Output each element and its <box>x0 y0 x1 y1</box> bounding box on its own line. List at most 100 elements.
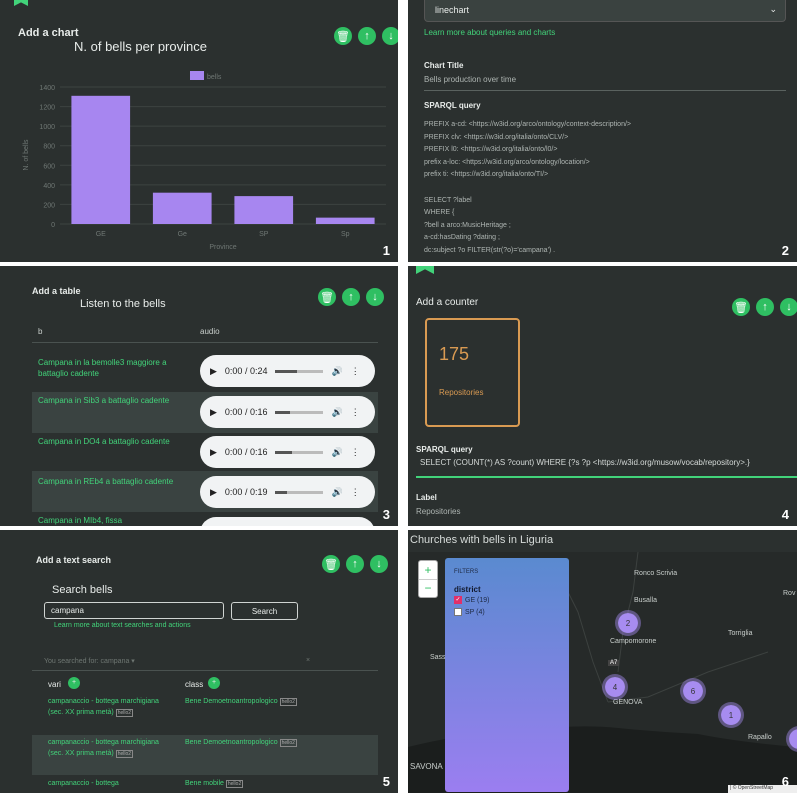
more-icon[interactable]: ⋮ <box>351 487 360 498</box>
search-button[interactable]: Search <box>231 602 298 620</box>
play-icon[interactable]: ▶ <box>210 407 217 418</box>
learn-queries-link[interactable]: Learn more about queries and charts <box>424 28 555 37</box>
x-axis-label: Province <box>209 244 236 251</box>
audio-progress[interactable] <box>275 490 324 494</box>
y-tick-label: 800 <box>43 144 55 151</box>
filter-option-label: SP (4) <box>465 608 485 616</box>
add-search-label: Add a text search <box>36 555 112 565</box>
sparql-line <box>424 182 786 195</box>
counter-value: 175 <box>439 344 470 364</box>
searched-for-text[interactable]: You searched for: campana ▾ <box>44 657 135 665</box>
label-input[interactable]: Repositories <box>416 507 746 521</box>
sparql-line: a-cd:hasDating ?dating ; <box>424 234 500 242</box>
map-label: Campomorone <box>610 638 657 645</box>
more-icon[interactable]: ⋮ <box>351 366 360 377</box>
panel-number: 4 <box>781 507 789 522</box>
play-icon[interactable]: ▶ <box>210 447 217 458</box>
move-down-icon[interactable]: ↓ <box>370 555 388 573</box>
result-vari[interactable]: campanaccio - bottega marchigiana (sec. … <box>48 696 173 719</box>
audio-player[interactable] <box>200 517 375 526</box>
map-label: Rov <box>783 590 796 597</box>
chart-panel: Add a chart N. of bells per province 🗑 ↑… <box>0 0 398 262</box>
add-filter-icon[interactable]: + <box>208 677 220 689</box>
volume-icon[interactable]: 🔊 <box>331 366 342 377</box>
map-cluster[interactable]: 6 <box>680 678 706 704</box>
learn-search-link[interactable]: Learn more about text searches and actio… <box>54 622 191 629</box>
counter-panel: Add a counter 🗑 ↑ ↓ 175 Repositories SPA… <box>408 266 797 526</box>
search-input[interactable]: campana <box>44 602 224 619</box>
result-class[interactable]: Bene mobile hello2 <box>185 778 310 790</box>
delete-icon[interactable]: 🗑 <box>318 288 336 306</box>
district-label: district <box>454 585 481 594</box>
x-tick-label: GE <box>96 231 106 238</box>
tag-badge: hello2 <box>225 780 244 788</box>
y-tick-label: 600 <box>43 163 55 170</box>
map-cluster[interactable]: 4 <box>602 674 628 700</box>
checkbox-icon[interactable] <box>454 608 462 616</box>
audio-time: 0:00 / 0:19 <box>224 487 268 497</box>
column-header-vari: vari <box>48 680 61 689</box>
y-tick-label: 400 <box>43 183 55 190</box>
more-icon[interactable]: ⋮ <box>351 447 360 458</box>
map-label: GENOVA <box>613 699 643 706</box>
chevron-down-icon: ⌄ <box>769 4 777 14</box>
zoom-control: + − <box>418 560 438 598</box>
volume-icon[interactable]: 🔊 <box>331 407 342 418</box>
map-cluster[interactable]: 2 <box>615 610 641 636</box>
chart-type-select[interactable]: linechart ⌄ <box>424 0 786 22</box>
close-icon[interactable]: × <box>306 657 310 664</box>
zoom-out-button[interactable]: − <box>419 580 437 598</box>
audio-player[interactable]: ▶ 0:00 / 0:16 🔊 ⋮ <box>200 436 375 468</box>
sparql-line: PREFIX l0: <https://w3id.org/italia/onto… <box>424 146 558 154</box>
audio-progress[interactable] <box>275 369 324 373</box>
map-title: Churches with bells in Liguria <box>408 530 797 552</box>
audio-progress[interactable] <box>275 450 324 454</box>
sparql-input[interactable]: SELECT (COUNT(*) AS ?count) WHERE {?s ?p… <box>416 458 797 478</box>
zoom-in-button[interactable]: + <box>419 561 437 580</box>
road-badge: A7 <box>608 660 620 666</box>
map-cluster[interactable]: 1 <box>718 702 744 728</box>
search-title: Search bells <box>52 584 113 596</box>
delete-icon[interactable]: 🗑 <box>322 555 340 573</box>
table-row-name[interactable]: Campana in MIb4, fissa <box>38 516 188 525</box>
volume-icon[interactable]: 🔊 <box>331 487 342 498</box>
move-down-icon[interactable]: ↓ <box>366 288 384 306</box>
add-filter-icon[interactable]: + <box>68 677 80 689</box>
checkbox-checked-icon[interactable]: ✓ <box>454 596 462 604</box>
sparql-line: WHERE { <box>424 209 455 217</box>
legend-swatch <box>190 71 204 80</box>
move-up-icon[interactable]: ↑ <box>342 288 360 306</box>
result-class[interactable]: Bene Demoetnoantropologico hello2 <box>185 737 310 749</box>
delete-icon[interactable]: 🗑 <box>732 298 750 316</box>
result-vari[interactable]: campanaccio - bottega marchigiana (sec. … <box>48 737 173 760</box>
result-class[interactable]: Bene Demoetnoantropologico hello2 <box>185 696 310 708</box>
table-row-name[interactable]: Campana in REb4 a battaglio cadente <box>38 477 188 486</box>
play-icon[interactable]: ▶ <box>210 487 217 498</box>
move-up-icon[interactable]: ↑ <box>346 555 364 573</box>
table-title: Listen to the bells <box>80 298 166 310</box>
move-up-icon[interactable]: ↑ <box>756 298 774 316</box>
x-tick-label: Sp <box>341 231 350 238</box>
search-panel: Add a text search 🗑 ↑ ↓ Search bells cam… <box>0 530 398 793</box>
audio-player[interactable]: ▶ 0:00 / 0:24 🔊 ⋮ <box>200 355 375 387</box>
table-row-name[interactable]: Campana in DO4 a battaglio cadente <box>38 437 188 446</box>
table-row-name[interactable]: Campana in la bemolle3 maggiore a battag… <box>38 357 188 379</box>
filter-option[interactable]: ✓ GE (19) <box>454 596 490 604</box>
more-icon[interactable]: ⋮ <box>351 407 360 418</box>
filter-panel: FILTERS district ✓ GE (19) SP (4) <box>445 558 569 792</box>
volume-icon[interactable]: 🔊 <box>331 447 342 458</box>
table-row-name[interactable]: Campana in Sib3 a battaglio cadente <box>38 396 188 405</box>
audio-player[interactable]: ▶ 0:00 / 0:19 🔊 ⋮ <box>200 476 375 508</box>
sparql-line: ?bell a arco:MusicHeritage ; <box>424 221 511 229</box>
result-vari[interactable]: campanaccio - bottega <box>48 778 173 789</box>
panel-number: 3 <box>382 507 390 522</box>
move-down-icon[interactable]: ↓ <box>780 298 797 316</box>
column-header-class: class <box>185 680 204 689</box>
chart-title-input[interactable]: Bells production over time <box>424 75 786 91</box>
divider <box>32 342 378 343</box>
filter-option[interactable]: SP (4) <box>454 608 485 616</box>
sparql-editor[interactable]: PREFIX a-cd: <https://w3id.org/arco/onto… <box>424 119 786 258</box>
play-icon[interactable]: ▶ <box>210 366 217 377</box>
audio-progress[interactable] <box>275 410 324 414</box>
audio-player[interactable]: ▶ 0:00 / 0:16 🔊 ⋮ <box>200 396 375 428</box>
